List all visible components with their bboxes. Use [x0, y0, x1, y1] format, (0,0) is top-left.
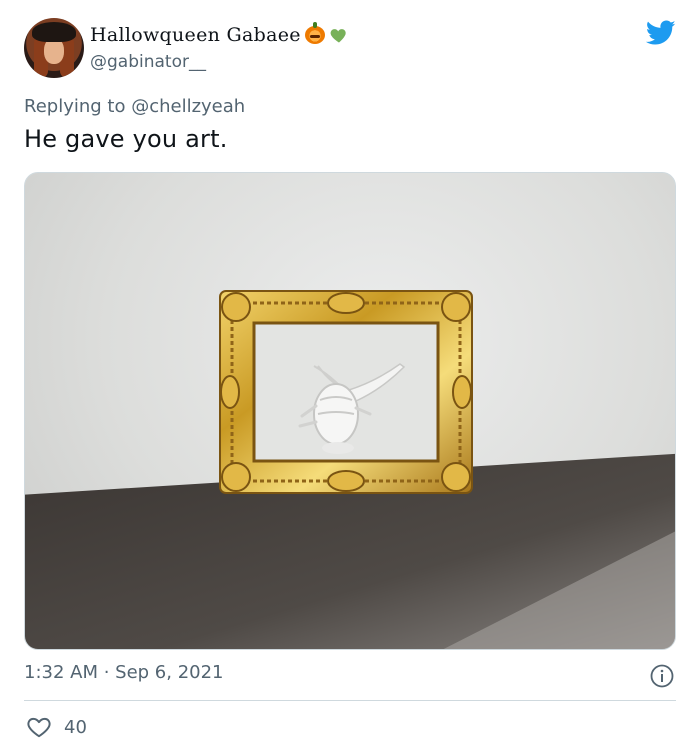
author-display-name[interactable]: Hallowqueen Gabaee [90, 24, 301, 46]
like-button[interactable]: 40 [26, 714, 87, 740]
avatar-hat [32, 22, 76, 42]
replying-to-handle[interactable]: @chellzyeah [131, 96, 245, 117]
twitter-bird-icon[interactable] [646, 20, 676, 46]
tweet-photo[interactable] [24, 172, 676, 650]
replying-to-line: Replying to @chellzyeah [24, 96, 245, 117]
tweet-timestamp[interactable]: 1:32 AM · Sep 6, 2021 [24, 662, 224, 683]
painted-cockroach [298, 363, 406, 454]
tweet-text: He gave you art. [24, 125, 228, 153]
heart-outline-icon[interactable] [26, 714, 52, 740]
author-name-row[interactable]: Hallowqueen Gabaee [90, 22, 349, 48]
like-count: 40 [64, 716, 87, 738]
author-avatar[interactable] [24, 18, 84, 78]
green-heart-icon [330, 29, 346, 43]
replying-to-prefix: Replying to [24, 96, 132, 117]
action-divider [24, 700, 676, 701]
info-icon[interactable] [650, 664, 674, 688]
pumpkin-icon [304, 22, 325, 44]
author-handle[interactable]: @gabinator__ [90, 52, 206, 72]
